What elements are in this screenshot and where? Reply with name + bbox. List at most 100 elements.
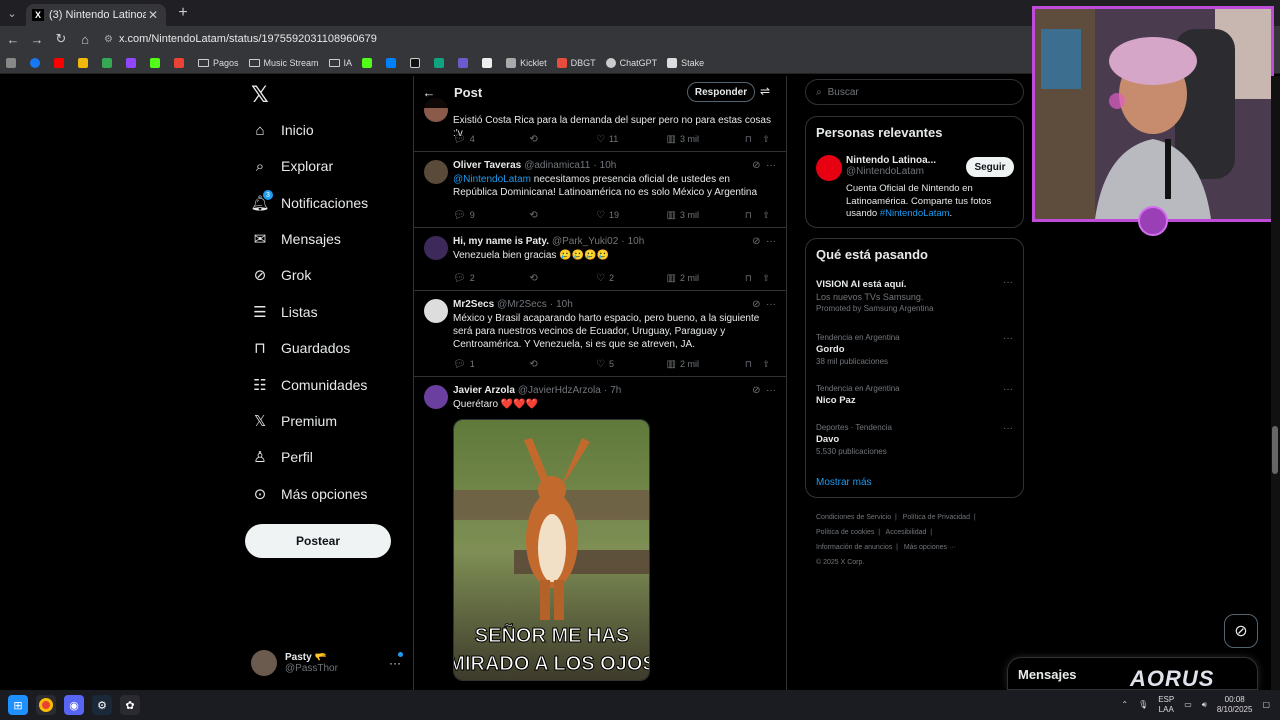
- nav-item-guardados[interactable]: ⊓ Guardados: [251, 336, 350, 360]
- nav-item-premium[interactable]: 𝕏 Premium: [251, 409, 337, 433]
- binance-bookmark-icon[interactable]: [78, 57, 92, 68]
- retweet-action[interactable]: ⟲: [529, 357, 596, 371]
- filter-icon[interactable]: ⇌: [760, 84, 770, 98]
- tweet-time[interactable]: 7h: [610, 385, 621, 396]
- nav-item-mensajes[interactable]: ✉ Mensajes: [251, 227, 341, 251]
- author-name[interactable]: Javier Arzola: [453, 385, 515, 396]
- author-handle[interactable]: @Mr2Secs: [497, 299, 547, 310]
- nintendo-avatar[interactable]: [816, 155, 842, 181]
- language-indicator[interactable]: ESP LAA: [1158, 695, 1174, 715]
- gmail-bookmark-icon[interactable]: [174, 57, 188, 68]
- nav-item-grok[interactable]: ⊘ Grok: [251, 263, 312, 287]
- grok-more-icons[interactable]: ⊘ ···: [752, 236, 776, 247]
- account-switcher[interactable]: Pasty 🫳 @PassThor ···: [251, 648, 403, 678]
- back-arrow-icon[interactable]: ←: [414, 85, 444, 100]
- meta-bookmark-icon[interactable]: [386, 57, 400, 68]
- views-action[interactable]: ▥ 2 mil: [667, 357, 745, 371]
- bookmark-folder-music-stream[interactable]: Music Stream: [248, 58, 319, 68]
- tweet-time[interactable]: 10h: [600, 160, 617, 171]
- trend-item[interactable]: Deportes · Tendencia Davo 5.530 publicac…: [816, 423, 1013, 456]
- bookmark-action-icon[interactable]: ⊓: [745, 357, 763, 371]
- like-action[interactable]: ♡ 11: [596, 132, 667, 146]
- discord-taskbar-icon[interactable]: ◉: [64, 695, 84, 715]
- more-dots-icon[interactable]: ···: [1003, 384, 1013, 395]
- views-action[interactable]: ▥ 3 mil: [667, 208, 745, 222]
- nav-item-listas[interactable]: ☰ Listas: [251, 300, 317, 324]
- author-name[interactable]: Mr2Secs: [453, 299, 494, 310]
- nav-item-explorar[interactable]: ⌕ Explorar: [251, 154, 333, 178]
- bookmark-action-icon[interactable]: ⊓: [745, 132, 763, 146]
- kick-bookmark-icon[interactable]: [150, 57, 164, 68]
- author-handle[interactable]: @Park_Yuki02: [552, 236, 618, 247]
- relevant-name[interactable]: Nintendo Latinoa...: [846, 155, 966, 166]
- home-browser-icon[interactable]: ⌂: [74, 28, 96, 50]
- tweet[interactable]: Javier Arzola @JavierHdzArzola · 7h ⊘ ··…: [414, 377, 786, 690]
- bookmark-folder-pagos[interactable]: Pagos: [198, 58, 239, 68]
- search-input[interactable]: ⌕ Buscar: [805, 79, 1024, 105]
- kick-bookmark-icon-2[interactable]: [362, 57, 376, 68]
- bookmark-action-icon[interactable]: ⊓: [745, 271, 763, 285]
- reply-action[interactable]: 💬︎ 4: [453, 132, 529, 146]
- page-scrollbar[interactable]: [1271, 76, 1280, 690]
- reply-action[interactable]: 💬︎ 9: [453, 208, 529, 222]
- share-icon[interactable]: ⇧: [762, 208, 770, 222]
- tab-list-icon[interactable]: ⌄: [0, 0, 24, 26]
- grok-floating-button[interactable]: ⊘: [1224, 614, 1258, 648]
- forward-icon[interactable]: →: [26, 28, 48, 50]
- share-icon[interactable]: ⇧: [762, 271, 770, 285]
- post-button[interactable]: Postear: [245, 524, 391, 558]
- close-tab-icon[interactable]: ✕: [146, 8, 160, 22]
- bookmark-kicklet[interactable]: Kicklet: [506, 57, 547, 68]
- author-handle[interactable]: @adinamica11: [524, 160, 590, 171]
- network-icon[interactable]: ▭: [1184, 700, 1192, 710]
- bookmark-icon-purple[interactable]: [458, 57, 472, 68]
- footer-link[interactable]: Condiciones de Servicio: [816, 514, 891, 521]
- youtube-bookmark-icon[interactable]: [54, 57, 68, 68]
- reply-action[interactable]: 💬︎ 2: [453, 271, 529, 285]
- retweet-action[interactable]: ⟲: [529, 271, 596, 285]
- new-tab-icon[interactable]: +: [172, 4, 194, 22]
- more-dots-icon[interactable]: ···: [1003, 277, 1013, 288]
- twitch-bookmark-icon[interactable]: [126, 57, 140, 68]
- more-dots-icon[interactable]: ···: [1003, 423, 1013, 434]
- nav-item-mas-opciones[interactable]: ⊙ Más opciones: [251, 482, 368, 506]
- meme-image[interactable]: SEÑOR ME HAS MIRADO A LOS OJOS: [453, 419, 650, 681]
- tweet[interactable]: Hi, my name is Paty. @Park_Yuki02 · 10h …: [414, 228, 786, 291]
- clock[interactable]: 00:08 8/10/2025: [1217, 695, 1253, 715]
- steam-taskbar-icon[interactable]: ⚙: [92, 695, 112, 715]
- reload-icon[interactable]: ↻: [50, 28, 72, 50]
- share-icon[interactable]: ⇧: [762, 132, 770, 146]
- like-action[interactable]: ♡ 5: [596, 357, 667, 371]
- reply-action[interactable]: 💬︎ 1: [453, 357, 529, 371]
- drive-bookmark-icon[interactable]: [102, 57, 116, 68]
- relevant-handle[interactable]: @NintendoLatam: [846, 166, 966, 177]
- footer-link[interactable]: Información de anuncios: [816, 544, 892, 551]
- retweet-action[interactable]: ⟲: [529, 208, 596, 222]
- nav-item-perfil[interactable]: ♙ Perfil: [251, 445, 313, 469]
- footer-link[interactable]: Política de Privacidad: [903, 514, 970, 521]
- bookmark-icon-white[interactable]: [482, 57, 496, 68]
- trend-item[interactable]: VISION AI está aquí. Los nuevos TVs Sams…: [816, 277, 1013, 313]
- author-name[interactable]: Oliver Taveras: [453, 160, 521, 171]
- back-icon[interactable]: ←: [2, 28, 24, 50]
- grok-more-icons[interactable]: ⊘ ···: [752, 385, 776, 396]
- browser-tab[interactable]: X (3) Nintendo Latinoamérica en ✕: [26, 4, 166, 26]
- reply-button[interactable]: Responder: [687, 82, 755, 102]
- chrome-taskbar-icon[interactable]: [36, 695, 56, 715]
- show-more-link[interactable]: Mostrar más: [816, 477, 872, 488]
- tiktok-bookmark-icon[interactable]: [410, 57, 424, 68]
- author-name[interactable]: Hi, my name is Paty.: [453, 236, 549, 247]
- grok-more-icons[interactable]: ⊘ ···: [752, 299, 776, 310]
- author-handle[interactable]: @JavierHdzArzola: [518, 385, 601, 396]
- scrollbar-thumb[interactable]: [1272, 426, 1278, 474]
- share-icon[interactable]: ⇧: [762, 357, 770, 371]
- apps-icon[interactable]: [6, 57, 20, 68]
- trend-item[interactable]: Tendencia en Argentina Nico Paz ···: [816, 384, 1013, 406]
- site-info-icon[interactable]: ⚙: [104, 34, 113, 45]
- tweet-time[interactable]: 10h: [556, 299, 573, 310]
- footer-link[interactable]: Accesibilidad: [886, 529, 927, 536]
- nav-item-comunidades[interactable]: ☷ Comunidades: [251, 373, 367, 397]
- bookmark-action-icon[interactable]: ⊓: [745, 208, 763, 222]
- nav-item-notificaciones[interactable]: 🔔︎ 3 Notificaciones: [250, 190, 368, 215]
- follow-button[interactable]: Seguir: [966, 157, 1014, 177]
